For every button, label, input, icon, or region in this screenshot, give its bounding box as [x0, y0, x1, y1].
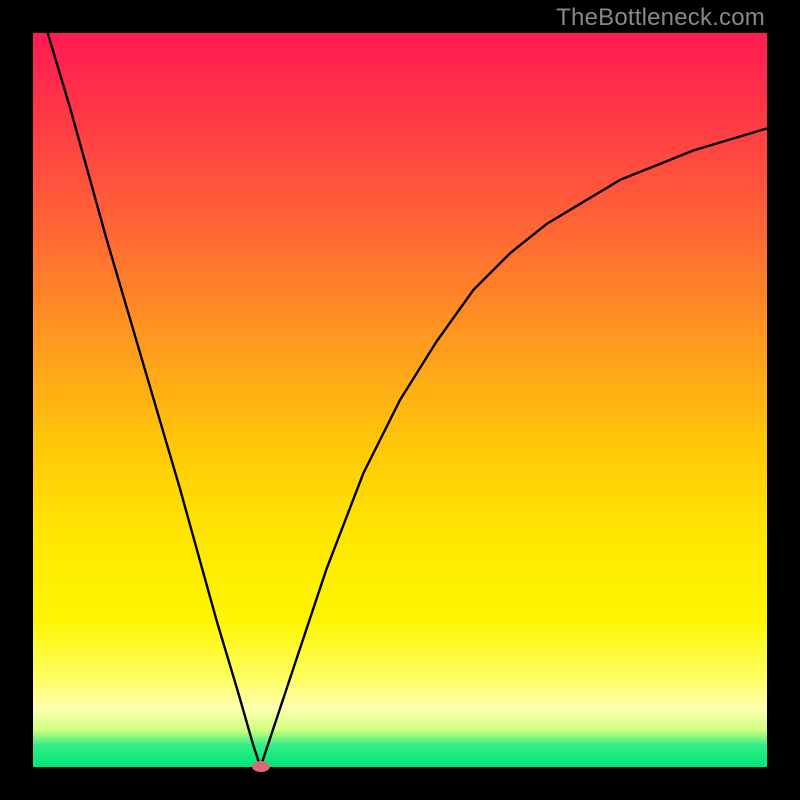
- watermark-text: TheBottleneck.com: [556, 4, 765, 32]
- minimum-marker: [252, 761, 270, 772]
- chart-frame: TheBottleneck.com: [0, 0, 800, 800]
- chart-background-gradient: [33, 33, 767, 767]
